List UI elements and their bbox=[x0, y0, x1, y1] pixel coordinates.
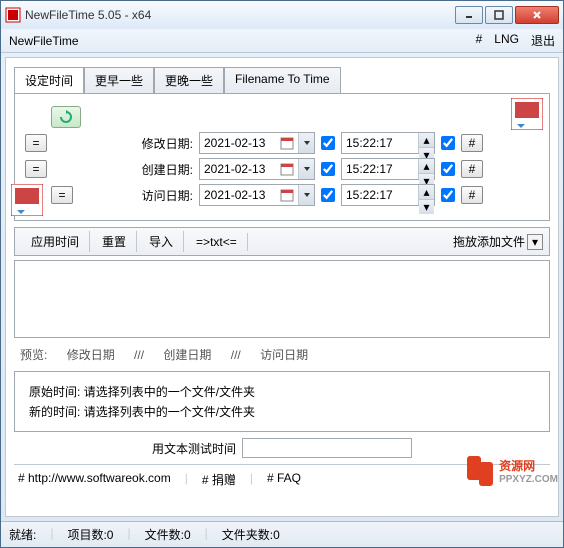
chevron-down-icon[interactable] bbox=[298, 133, 314, 153]
reload-button[interactable] bbox=[51, 106, 81, 128]
tab-filename-to-time[interactable]: Filename To Time bbox=[224, 67, 340, 94]
calendar-icon bbox=[276, 162, 298, 176]
text-test-label: 用文本测试时间 bbox=[152, 440, 236, 457]
calendar-icon bbox=[276, 188, 298, 202]
drop-source-icon[interactable] bbox=[11, 184, 43, 216]
access-time-check[interactable] bbox=[441, 188, 455, 202]
window-title: NewFileTime 5.05 - x64 bbox=[25, 8, 455, 22]
tab-later[interactable]: 更晚一些 bbox=[154, 67, 224, 94]
language-menu[interactable]: LNG bbox=[494, 32, 519, 49]
modify-time-input[interactable]: ▴▾ bbox=[341, 132, 435, 154]
app-name-menu[interactable]: NewFileTime bbox=[9, 34, 79, 48]
website-link[interactable]: # http://www.softwareok.com bbox=[18, 471, 171, 488]
create-date-check[interactable] bbox=[321, 162, 335, 176]
hash-access-button[interactable]: # bbox=[461, 186, 483, 204]
modify-label: 修改日期: bbox=[53, 135, 193, 152]
chevron-down-icon[interactable]: ▾ bbox=[419, 200, 434, 214]
file-list[interactable] bbox=[14, 260, 550, 338]
hash-menu[interactable]: # bbox=[476, 32, 483, 49]
donate-link[interactable]: # 捐赠 bbox=[202, 471, 236, 488]
drag-add-label: 拖放添加文件 bbox=[453, 233, 525, 250]
chevron-up-icon[interactable]: ▴ bbox=[419, 185, 434, 200]
apply-time-button[interactable]: 应用时间 bbox=[21, 231, 90, 252]
access-time-input[interactable]: ▴▾ bbox=[341, 184, 435, 206]
txt-button[interactable]: =>txt<= bbox=[186, 233, 248, 251]
modify-time-check[interactable] bbox=[441, 136, 455, 150]
minimize-button[interactable] bbox=[455, 6, 483, 24]
status-items: 项目数:0 bbox=[67, 526, 113, 543]
import-button[interactable]: 导入 bbox=[139, 231, 184, 252]
calendar-icon bbox=[276, 136, 298, 150]
hash-create-button[interactable]: # bbox=[461, 160, 483, 178]
app-icon bbox=[5, 7, 21, 23]
tab-set-time[interactable]: 设定时间 bbox=[14, 67, 84, 94]
tab-earlier[interactable]: 更早一些 bbox=[84, 67, 154, 94]
access-date-input[interactable] bbox=[199, 184, 315, 206]
reset-button[interactable]: 重置 bbox=[92, 231, 137, 252]
text-test-input[interactable] bbox=[242, 438, 412, 458]
create-date-input[interactable] bbox=[199, 158, 315, 180]
create-time-check[interactable] bbox=[441, 162, 455, 176]
faq-link[interactable]: # FAQ bbox=[267, 471, 301, 488]
chevron-down-icon[interactable] bbox=[298, 185, 314, 205]
maximize-button[interactable] bbox=[485, 6, 513, 24]
drag-options-button[interactable]: ▾ bbox=[527, 234, 543, 250]
drop-target-icon[interactable] bbox=[511, 98, 543, 130]
create-time-input[interactable]: ▴▾ bbox=[341, 158, 435, 180]
eq-modify-button[interactable]: = bbox=[25, 134, 47, 152]
access-label: 访问日期: bbox=[79, 187, 193, 204]
info-box: 原始时间: 请选择列表中的一个文件/文件夹 新的时间: 请选择列表中的一个文件/… bbox=[14, 371, 550, 432]
preview-bar: 预览: 修改日期 /// 创建日期 /// 访问日期 bbox=[14, 342, 550, 367]
modify-date-input[interactable] bbox=[199, 132, 315, 154]
create-label: 创建日期: bbox=[53, 161, 193, 178]
chevron-up-icon[interactable]: ▴ bbox=[419, 133, 434, 148]
chevron-down-icon[interactable] bbox=[298, 159, 314, 179]
exit-menu[interactable]: 退出 bbox=[531, 32, 555, 49]
access-date-check[interactable] bbox=[321, 188, 335, 202]
chevron-up-icon[interactable]: ▴ bbox=[419, 159, 434, 174]
status-files: 文件数:0 bbox=[145, 526, 191, 543]
modify-date-check[interactable] bbox=[321, 136, 335, 150]
status-folders: 文件夹数:0 bbox=[222, 526, 280, 543]
hash-modify-button[interactable]: # bbox=[461, 134, 483, 152]
eq-access-button[interactable]: = bbox=[51, 186, 73, 204]
status-ready: 就绪: bbox=[9, 526, 36, 543]
eq-create-button[interactable]: = bbox=[25, 160, 47, 178]
close-button[interactable] bbox=[515, 6, 559, 24]
